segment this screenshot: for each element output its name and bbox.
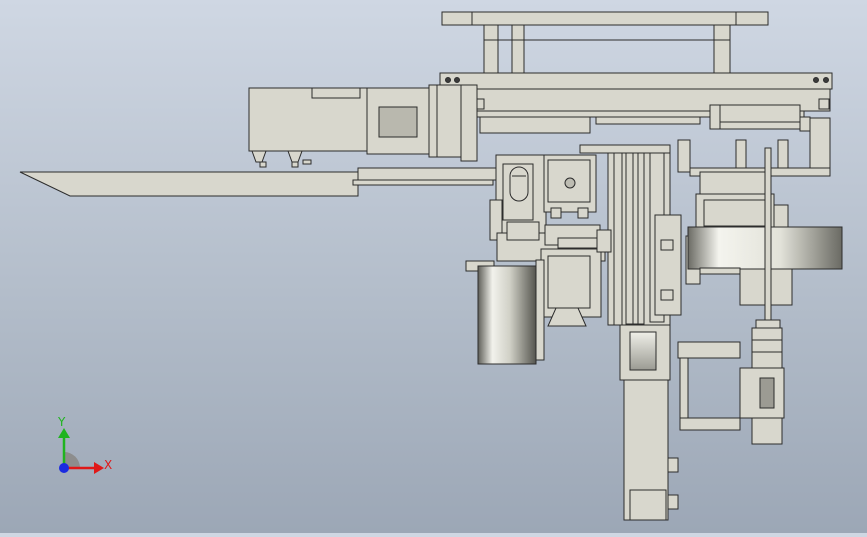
cad-viewport[interactable]: Y X [0,0,867,533]
top-frame [441,11,769,84]
drive-drum [465,259,545,365]
main-rail [439,72,833,134]
x-axis-label: X [104,458,112,472]
left-motor [248,84,478,168]
z-axis-dot [59,463,69,473]
cad-drawing: Y X [19,11,843,521]
y-axis-label: Y [57,415,66,429]
fork-arm [19,167,499,197]
coordinate-triad: Y X [57,415,112,474]
